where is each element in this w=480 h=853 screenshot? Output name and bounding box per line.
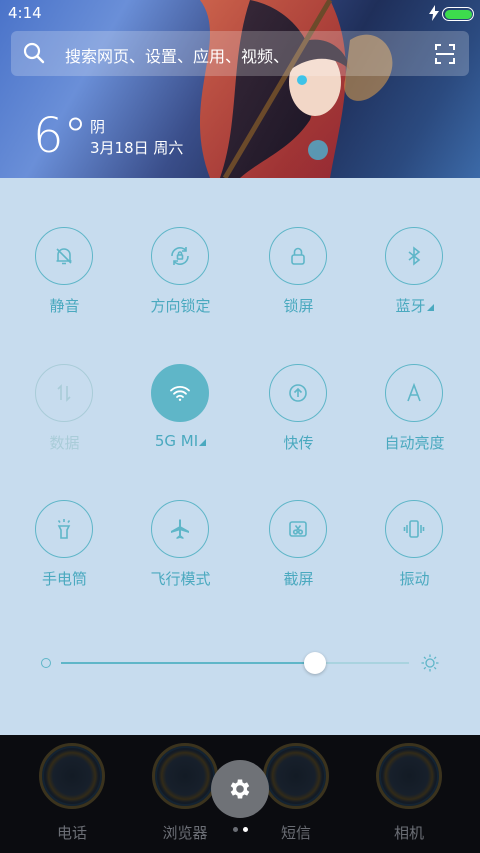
toggle-lock-screen[interactable]: 锁屏: [240, 227, 357, 337]
weather-date: 3月18日 周六: [90, 139, 184, 157]
app-dock: 电话 浏览器 短信 相机: [0, 735, 480, 853]
toggle-label: 5G MI: [154, 432, 199, 450]
settings-button[interactable]: [211, 760, 269, 818]
camera-app-icon[interactable]: [376, 743, 442, 809]
toggle-auto-brightness[interactable]: 自动亮度: [356, 364, 473, 474]
toggle-airplane[interactable]: 飞行模式: [122, 500, 239, 610]
toggle-label: 蓝牙: [395, 297, 426, 315]
menu-triangle-icon: [426, 304, 434, 311]
charging-icon: [429, 5, 439, 21]
toggle-circle[interactable]: [269, 500, 327, 558]
fast-transfer-icon: [289, 384, 307, 402]
toggle-wifi[interactable]: 5G MI: [122, 364, 239, 474]
dock-app-label: 短信: [280, 824, 311, 842]
toggle-label-wrap: 5G MI: [122, 432, 239, 450]
weather-condition: 阴: [90, 118, 106, 136]
vibrate-icon: [403, 520, 425, 538]
toggle-rotation-lock[interactable]: 方向锁定: [122, 227, 239, 337]
scan-icon[interactable]: [434, 43, 456, 65]
toggle-label: 静音: [49, 297, 80, 315]
toggle-flashlight[interactable]: 手电筒: [6, 500, 123, 610]
phone-app-icon[interactable]: [39, 743, 105, 809]
brightness-low-icon: [41, 658, 51, 668]
wifi-icon: [170, 386, 190, 401]
toggle-label: 方向锁定: [150, 297, 211, 315]
toggle-circle[interactable]: [35, 364, 93, 422]
bell-mute-icon: [56, 248, 72, 265]
slider-thumb[interactable]: [304, 652, 327, 674]
toggle-circle[interactable]: [269, 364, 327, 422]
menu-triangle-icon: [199, 439, 207, 446]
toggle-circle[interactable]: [385, 364, 443, 422]
status-bar: 4:14: [0, 0, 480, 28]
search-icon: [23, 42, 45, 64]
toggle-vibrate[interactable]: 振动: [356, 500, 473, 610]
toggle-label: 飞行模式: [150, 570, 211, 588]
flashlight-icon: [57, 519, 71, 539]
rotation-lock-icon: [171, 246, 189, 266]
search-bar[interactable]: 搜索网页、设置、应用、视频、: [11, 31, 469, 76]
toggle-circle[interactable]: [269, 227, 327, 285]
gear-icon: [230, 779, 250, 799]
dock-app-camera[interactable]: 相机: [374, 743, 444, 853]
browser-app-icon[interactable]: [152, 743, 218, 809]
toggle-bluetooth[interactable]: 蓝牙: [356, 227, 473, 337]
lock-icon: [291, 247, 305, 265]
toggle-label: 快传: [283, 434, 314, 452]
toggle-circle[interactable]: [35, 500, 93, 558]
toggle-label-wrap: 蓝牙: [356, 295, 473, 316]
status-time: 4:14: [8, 4, 42, 22]
slider-fill: [61, 662, 316, 664]
toggle-circle[interactable]: [151, 364, 209, 422]
page-dot: [233, 827, 238, 832]
dock-app-browser[interactable]: 浏览器: [150, 743, 220, 853]
wallpaper-header: 4:14 搜索网页、设置、应用、视频、 6° 阴 3月18日 周六: [0, 0, 480, 178]
toggle-fast-transfer[interactable]: 快传: [240, 364, 357, 474]
toggle-label: 振动: [399, 570, 430, 588]
toggle-label: 自动亮度: [384, 434, 445, 452]
toggle-circle[interactable]: [151, 500, 209, 558]
dock-app-messages[interactable]: 短信: [261, 743, 331, 853]
toggle-label: 手电筒: [41, 570, 87, 588]
toggle-screenshot[interactable]: 截屏: [240, 500, 357, 610]
auto-brightness-icon: [407, 382, 421, 402]
battery-icon: [442, 7, 474, 21]
dock-app-label: 电话: [56, 824, 87, 842]
toggle-circle[interactable]: [385, 227, 443, 285]
toggle-circle[interactable]: [385, 500, 443, 558]
page-dot-active: [243, 827, 248, 832]
toggle-circle[interactable]: [35, 227, 93, 285]
page-indicator: [231, 827, 251, 833]
toggle-mobile-data[interactable]: 数据: [6, 364, 123, 474]
screenshot-icon: [289, 521, 307, 537]
toggle-circle[interactable]: [151, 227, 209, 285]
data-icon: [57, 384, 71, 402]
dock-app-label: 相机: [393, 824, 424, 842]
quick-settings-panel: 静音 方向锁定 锁屏 蓝牙 数据 5G MI 快传 自动亮度 手电筒 飞行模式 …: [0, 178, 480, 735]
messages-app-icon[interactable]: [263, 743, 329, 809]
toggle-silent[interactable]: 静音: [6, 227, 123, 337]
slider-track[interactable]: [61, 652, 409, 674]
toggle-label: 数据: [49, 434, 80, 452]
search-placeholder: 搜索网页、设置、应用、视频、: [65, 47, 290, 66]
airplane-icon: [171, 519, 189, 539]
dock-app-label: 浏览器: [162, 824, 208, 842]
temperature[interactable]: 6°: [33, 108, 88, 164]
brightness-slider[interactable]: [38, 650, 442, 676]
brightness-high-icon: [421, 654, 439, 672]
dock-app-phone[interactable]: 电话: [37, 743, 107, 853]
toggle-label: 锁屏: [283, 297, 314, 315]
bluetooth-icon: [408, 246, 421, 266]
toggle-label: 截屏: [283, 570, 314, 588]
